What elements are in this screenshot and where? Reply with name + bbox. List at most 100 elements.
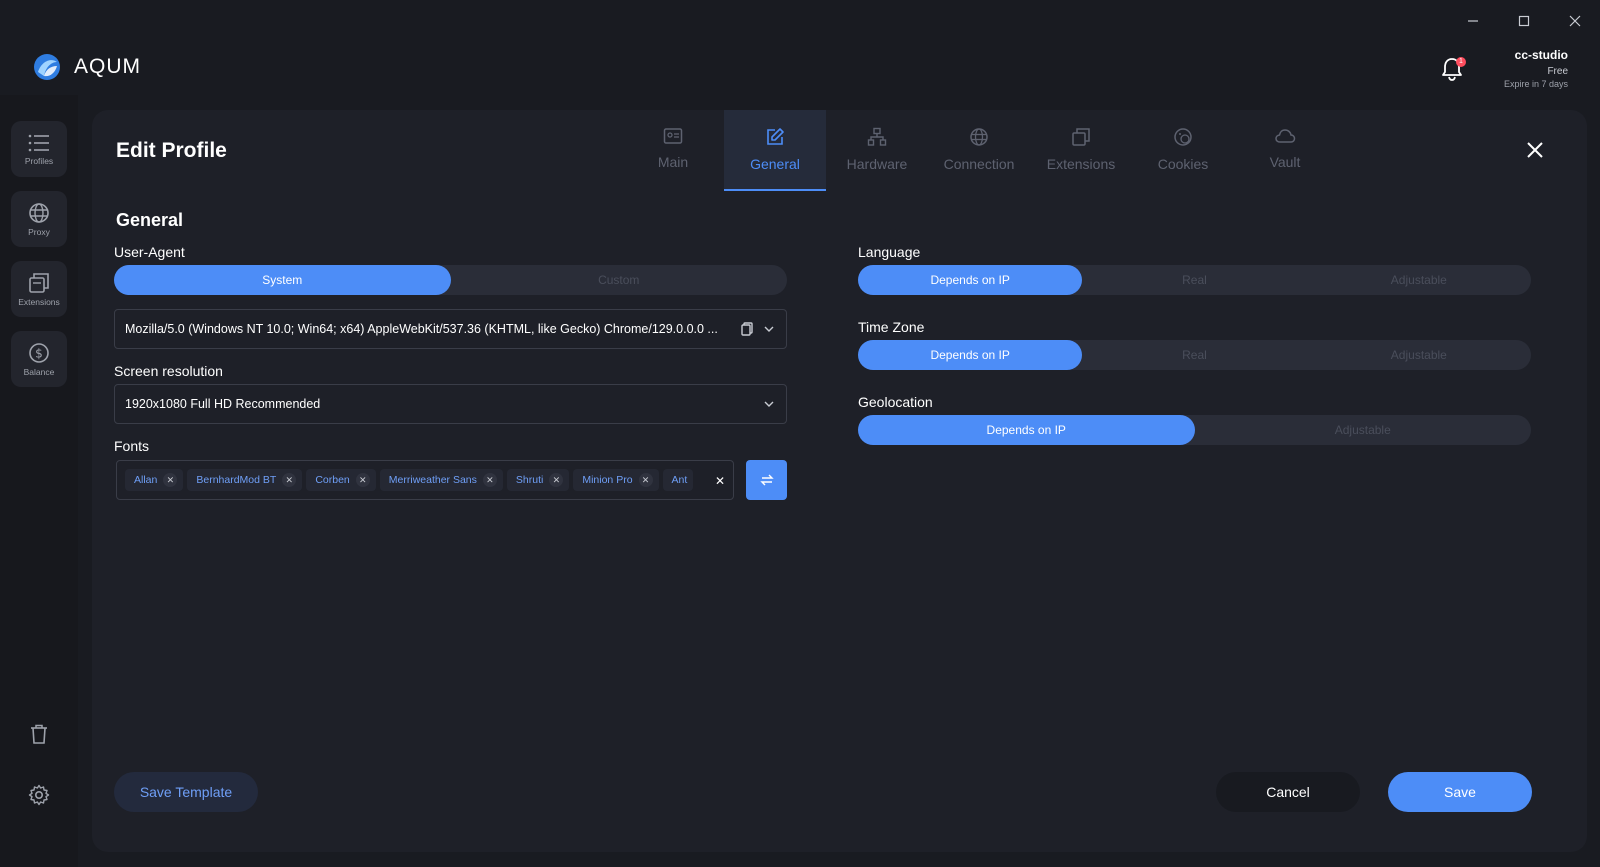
font-chip: Allan ✕	[125, 469, 184, 491]
gear-icon	[28, 784, 50, 806]
user-plan: Free	[1547, 66, 1568, 77]
language-label: Language	[858, 244, 921, 260]
font-chip-label: BernhardMod BT	[196, 474, 277, 486]
cookie-icon	[1174, 128, 1192, 146]
hardware-icon	[867, 127, 887, 146]
screen-resolution-label: Screen resolution	[114, 363, 223, 379]
user-agent-label: User-Agent	[114, 244, 185, 260]
geolocation-option-depends-on-ip[interactable]: Depends on IP	[858, 415, 1195, 445]
font-chip: Merriweather Sans ✕	[379, 469, 503, 491]
remove-chip-icon[interactable]: ✕	[282, 473, 297, 487]
cloud-icon	[1275, 129, 1296, 143]
sidebar-item-extensions[interactable]: Extensions	[11, 261, 67, 317]
font-chip-label: Corben	[315, 474, 350, 486]
language-toggle: Depends on IP Real Adjustable	[858, 265, 1531, 295]
user-agent-field[interactable]: Mozilla/5.0 (Windows NT 10.0; Win64; x64…	[114, 309, 787, 349]
tab-general[interactable]: General	[724, 110, 826, 191]
timezone-label: Time Zone	[858, 319, 925, 335]
font-chip-label: Minion Pro	[582, 474, 633, 486]
sidebar-item-balance[interactable]: $ Balance	[11, 331, 67, 387]
list-icon	[28, 134, 49, 151]
close-icon	[1569, 15, 1580, 27]
tab-hardware[interactable]: Hardware	[826, 110, 928, 191]
window-controls	[1447, 8, 1600, 34]
close-dialog-button[interactable]	[1525, 140, 1545, 160]
tab-connection[interactable]: Connection	[928, 110, 1030, 191]
timezone-option-adjustable[interactable]: Adjustable	[1307, 340, 1531, 370]
font-chip-label: Allan	[134, 474, 158, 486]
save-button[interactable]: Save	[1388, 772, 1532, 812]
remove-chip-icon[interactable]: ✕	[638, 473, 653, 487]
language-option-depends-on-ip[interactable]: Depends on IP	[858, 265, 1083, 295]
timezone-toggle: Depends on IP Real Adjustable	[858, 340, 1531, 370]
tab-extensions[interactable]: Extensions	[1030, 110, 1132, 191]
remove-chip-icon[interactable]: ✕	[163, 473, 178, 487]
fonts-label: Fonts	[114, 438, 150, 454]
sidebar-item-label: Profiles	[24, 155, 54, 166]
language-option-real[interactable]: Real	[1082, 265, 1306, 295]
tab-cookies[interactable]: Cookies	[1132, 110, 1234, 191]
font-chip-label: Merriweather Sans	[388, 474, 477, 486]
timezone-option-depends-on-ip[interactable]: Depends on IP	[858, 340, 1083, 370]
section-title: General	[116, 210, 184, 230]
tab-label: General	[750, 156, 800, 172]
shuffle-fonts-button[interactable]	[746, 460, 787, 500]
chevron-down-icon[interactable]	[762, 322, 776, 336]
sidebar-item-label: Balance	[23, 366, 55, 377]
geolocation-toggle: Depends on IP Adjustable	[858, 415, 1531, 445]
maximize-icon	[1518, 15, 1529, 27]
user-name: cc-studio	[1514, 48, 1568, 62]
notifications-button[interactable]: 1	[1440, 56, 1466, 82]
globe-icon	[29, 202, 49, 223]
cancel-button[interactable]: Cancel	[1216, 772, 1360, 812]
sidebar-item-label: Proxy	[28, 226, 50, 237]
timezone-option-real[interactable]: Real	[1082, 340, 1306, 370]
app-name: AQUM	[74, 55, 141, 78]
id-card-icon	[663, 128, 683, 144]
settings-button[interactable]	[28, 784, 50, 806]
font-chip-label: Shruti	[515, 474, 544, 486]
page-title: Edit Profile	[116, 139, 227, 162]
geolocation-option-adjustable[interactable]: Adjustable	[1195, 415, 1532, 445]
user-agent-option-system[interactable]: System	[114, 265, 451, 295]
edit-profile-dialog: Edit Profile Main General Hardware Conne…	[92, 110, 1587, 852]
globe-icon	[970, 128, 988, 146]
aqum-logo-icon	[34, 54, 60, 80]
font-chip: Minion Pro ✕	[573, 469, 659, 491]
chevron-down-icon	[764, 401, 774, 407]
user-agent-value: Mozilla/5.0 (Windows NT 10.0; Win64; x64…	[125, 322, 718, 336]
geolocation-label: Geolocation	[858, 394, 933, 410]
clear-fonts-icon[interactable]: ✕	[715, 474, 725, 488]
extensions-icon	[29, 272, 49, 293]
user-account[interactable]: cc-studio Free Expire in 7 days	[1504, 48, 1568, 89]
dollar-icon: $	[29, 342, 49, 363]
svg-text:$: $	[35, 346, 43, 360]
tab-bar: Main General Hardware Connection Extensi…	[622, 110, 1336, 191]
copy-icon[interactable]	[740, 322, 754, 336]
close-window-button[interactable]	[1549, 8, 1600, 34]
remove-chip-icon[interactable]: ✕	[355, 473, 370, 487]
tab-main[interactable]: Main	[622, 110, 724, 191]
tab-label: Extensions	[1046, 156, 1116, 172]
user-agent-option-custom[interactable]: Custom	[451, 265, 788, 295]
fonts-chip-input[interactable]: Allan ✕ BernhardMod BT ✕ Corben ✕ Merriweat…	[116, 460, 734, 500]
tab-label: Hardware	[846, 156, 908, 172]
trash-icon	[31, 724, 47, 744]
language-option-adjustable[interactable]: Adjustable	[1307, 265, 1531, 295]
minimize-button[interactable]	[1447, 8, 1498, 34]
remove-chip-icon[interactable]: ✕	[482, 473, 497, 487]
screen-resolution-select[interactable]: 1920x1080 Full HD Recommended	[114, 384, 787, 424]
font-chip: Shruti ✕	[506, 469, 570, 491]
swap-icon	[759, 474, 774, 486]
sidebar-item-proxy[interactable]: Proxy	[11, 191, 67, 247]
maximize-button[interactable]	[1498, 8, 1549, 34]
sidebar-item-profiles[interactable]: Profiles	[11, 121, 67, 177]
save-template-button[interactable]: Save Template	[114, 772, 258, 812]
tab-label: Cookies	[1157, 156, 1209, 172]
tab-vault[interactable]: Vault	[1234, 110, 1336, 191]
tab-label: Connection	[943, 156, 1015, 172]
close-icon	[1527, 142, 1543, 158]
trash-button[interactable]	[28, 723, 50, 745]
remove-chip-icon[interactable]: ✕	[549, 473, 564, 487]
extensions-icon	[1072, 128, 1090, 146]
